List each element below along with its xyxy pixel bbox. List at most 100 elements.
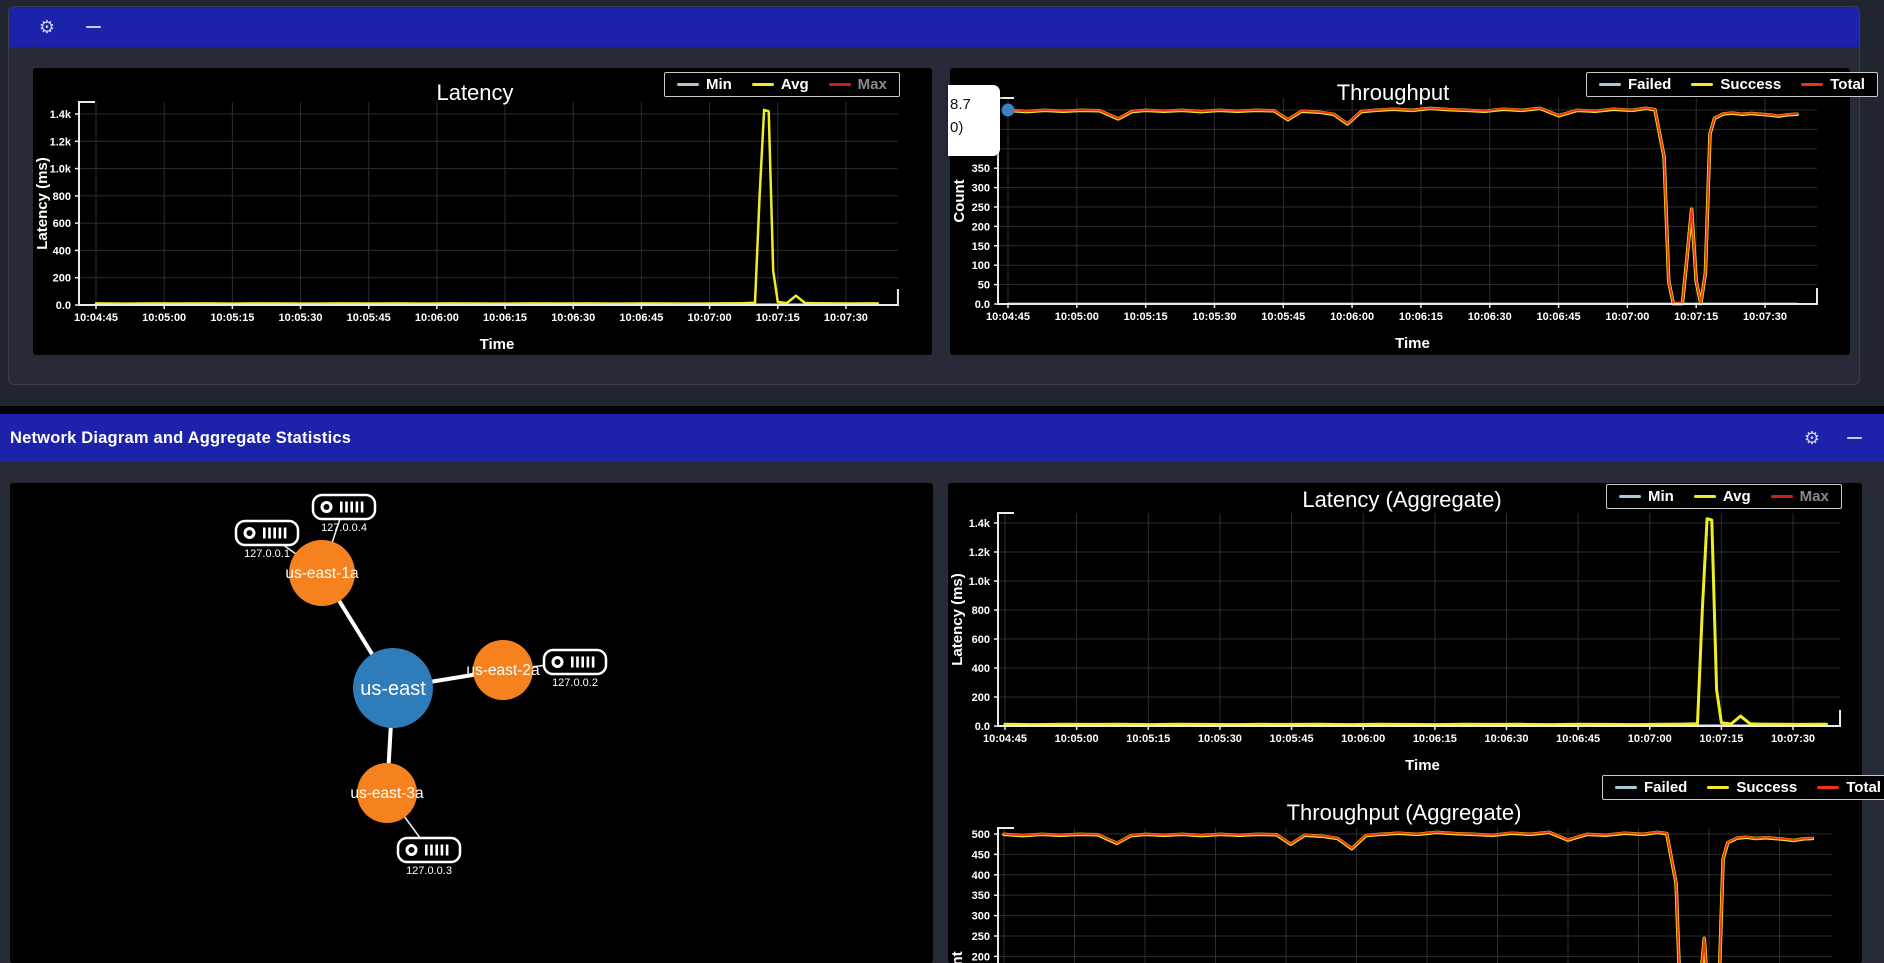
minus-icon	[1847, 437, 1862, 440]
x-tick-label: 10:05:30	[1198, 733, 1242, 745]
network-node-us-east-1a[interactable]: us-east-1a	[285, 540, 359, 606]
latency-aggregate-chart[interactable]: 10:04:4510:05:0010:05:1510:05:3010:05:45…	[948, 483, 1862, 783]
y-tick-label: 50	[978, 280, 990, 292]
legend-label: Max	[1800, 488, 1829, 505]
legend-label: Min	[1648, 488, 1674, 505]
legend-item-avg[interactable]: Avg	[752, 76, 809, 93]
hover-marker-dot	[1002, 104, 1015, 117]
y-tick-label: 250	[972, 202, 990, 214]
settings-button-2[interactable]: ⚙	[1798, 424, 1826, 452]
x-tick-label: 10:07:00	[688, 312, 732, 324]
y-tick-label: 400	[53, 245, 71, 257]
collapse-button-2[interactable]	[1840, 424, 1868, 452]
x-tick-label: 10:05:00	[142, 312, 186, 324]
y-tick-label: 200	[972, 692, 990, 704]
y-tick-label: 1.2k	[50, 136, 72, 148]
network-diagram-box: 127.0.0.1 127.0.0.4 127.0.0.2 127.0.0.3 us-e…	[10, 483, 933, 963]
x-tick-label: 10:06:15	[1399, 311, 1443, 323]
x-tick-label: 10:06:00	[415, 312, 459, 324]
throughput-chart[interactable]: 10:04:4510:05:0010:05:1510:05:3010:05:45…	[950, 68, 1850, 355]
tooltip-line-2: 0)	[950, 116, 1000, 139]
y-axis-label: Latency (ms)	[34, 157, 51, 250]
top-panel-header: ⚙	[9, 7, 1859, 47]
x-tick-label: 10:06:30	[1484, 733, 1528, 745]
y-tick-label: 200	[53, 273, 71, 285]
x-tick-label: 10:05:00	[1055, 733, 1099, 745]
legend-swatch	[1619, 495, 1641, 499]
legend-throughput: Failed Success Total	[1586, 72, 1878, 97]
series-avg	[1005, 519, 1827, 725]
network-node-us-east-3a[interactable]: us-east-3a	[350, 763, 424, 823]
gear-icon: ⚙	[1804, 429, 1820, 447]
x-tick-label: 10:07:15	[1699, 733, 1743, 745]
server-icon[interactable]: 127.0.0.1	[236, 521, 298, 560]
chart-title: Latency (Aggregate)	[1302, 487, 1501, 512]
legend-label: Failed	[1628, 76, 1671, 93]
x-tick-label: 10:05:45	[347, 312, 391, 324]
x-axis-label: Time	[1405, 757, 1440, 774]
y-tick-label: 1.4k	[969, 518, 991, 530]
y-tick-label: 0.0	[975, 721, 990, 733]
y-axis-label: Count	[949, 951, 966, 963]
server-icon[interactable]: 127.0.0.4	[313, 495, 375, 534]
collapse-button[interactable]	[79, 13, 107, 41]
node-label: us-east-2a	[466, 662, 540, 679]
settings-button[interactable]: ⚙	[33, 13, 61, 41]
chart-title: Latency	[436, 80, 513, 105]
throughput-aggregate-chart[interactable]: 10:04:4510:05:0010:05:1510:05:3010:05:45…	[948, 790, 1862, 963]
legend-item-avg[interactable]: Avg	[1694, 488, 1751, 505]
legend-label: Success	[1720, 76, 1781, 93]
y-tick-label: 1.0k	[969, 576, 991, 588]
legend-latency: Min Avg Max	[664, 72, 900, 97]
throughput-chart-box: 10:04:4510:05:0010:05:1510:05:3010:05:45…	[950, 68, 1850, 355]
legend-swatch	[1615, 786, 1637, 790]
legend-item-total[interactable]: Total	[1817, 779, 1881, 796]
x-tick-label: 10:05:00	[1055, 311, 1099, 323]
server-icon[interactable]: 127.0.0.2	[544, 650, 606, 689]
network-diagram[interactable]: 127.0.0.1 127.0.0.4 127.0.0.2 127.0.0.3 us-e…	[10, 483, 933, 963]
legend-item-total[interactable]: Total	[1801, 76, 1865, 93]
gear-icon: ⚙	[39, 18, 55, 36]
x-axis-label: Time	[480, 336, 515, 353]
legend-item-max[interactable]: Max	[1771, 488, 1829, 505]
x-tick-label: 10:05:15	[210, 312, 254, 324]
x-tick-label: 10:07:15	[756, 312, 800, 324]
y-tick-label: 600	[972, 634, 990, 646]
y-tick-label: 200	[972, 221, 990, 233]
device-label: 127.0.0.2	[552, 677, 598, 689]
legend-item-failed[interactable]: Failed	[1615, 779, 1687, 796]
network-node-us-east-2a[interactable]: us-east-2a	[466, 640, 540, 700]
legend-item-max[interactable]: Max	[829, 76, 887, 93]
legend-item-success[interactable]: Success	[1707, 779, 1797, 796]
aggregate-charts-box: 10:04:4510:05:0010:05:1510:05:3010:05:45…	[948, 483, 1862, 963]
y-tick-label: 500	[972, 829, 990, 841]
latency-chart[interactable]: 10:04:4510:05:0010:05:1510:05:3010:05:45…	[33, 68, 932, 355]
x-tick-label: 10:06:00	[1330, 311, 1374, 323]
x-tick-label: 10:05:45	[1270, 733, 1314, 745]
legend-swatch	[1691, 83, 1713, 87]
y-tick-label: 1.4k	[50, 109, 72, 121]
x-axis-label: Time	[1395, 335, 1430, 352]
legend-item-min[interactable]: Min	[677, 76, 732, 93]
y-tick-label: 350	[972, 890, 990, 902]
panel-separator	[0, 406, 1884, 414]
y-tick-label: 800	[972, 605, 990, 617]
x-tick-label: 10:05:15	[1124, 311, 1168, 323]
network-node-us-east[interactable]: us-east	[353, 648, 433, 728]
y-tick-label: 200	[972, 951, 990, 963]
legend-item-min[interactable]: Min	[1619, 488, 1674, 505]
latency-chart-box: 10:04:4510:05:0010:05:1510:05:3010:05:45…	[33, 68, 932, 355]
server-icon[interactable]: 127.0.0.3	[398, 838, 460, 877]
y-tick-label: 350	[972, 163, 990, 175]
legend-label: Max	[858, 76, 887, 93]
legend-swatch	[1707, 786, 1729, 790]
legend-item-failed[interactable]: Failed	[1599, 76, 1671, 93]
legend-swatch	[752, 83, 774, 87]
legend-swatch	[829, 83, 851, 87]
legend-label: Total	[1846, 779, 1881, 796]
chart-title: Throughput	[1337, 80, 1450, 105]
x-tick-label: 10:07:00	[1605, 311, 1649, 323]
legend-item-success[interactable]: Success	[1691, 76, 1781, 93]
legend-swatch	[1771, 495, 1793, 499]
network-panel-header: Network Diagram and Aggregate Statistics…	[0, 414, 1884, 462]
